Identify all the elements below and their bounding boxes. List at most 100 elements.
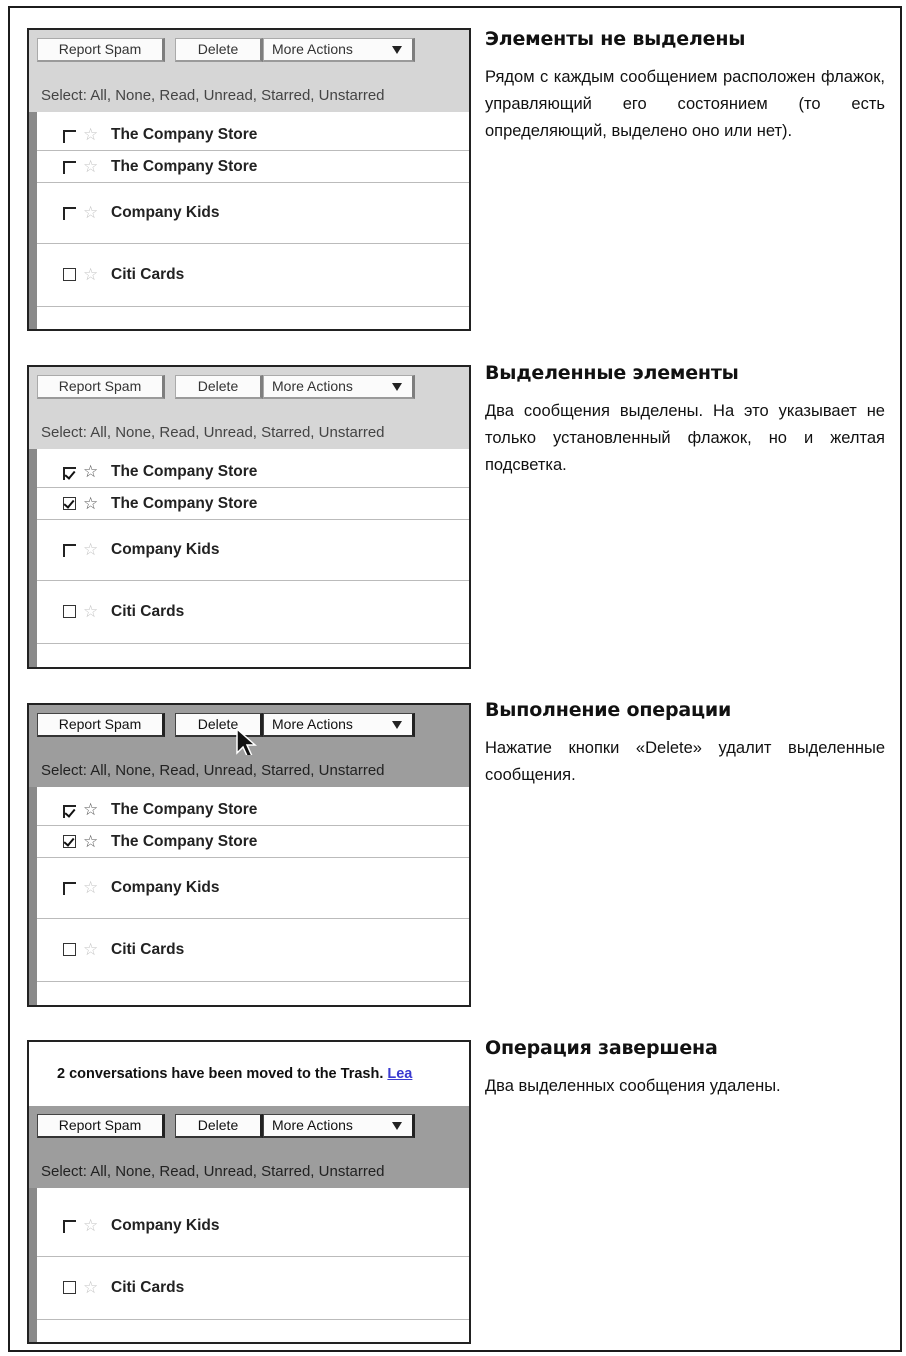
star-icon[interactable]: ☆	[83, 520, 98, 580]
more-actions-dropdown[interactable]: More Actions	[263, 375, 415, 399]
star-icon[interactable]: ☆	[83, 1257, 98, 1319]
checkbox[interactable]	[63, 1281, 76, 1294]
message-row[interactable]: ☆ Company Kids	[37, 183, 469, 244]
message-row[interactable]: ☆ The Company Store	[37, 151, 469, 183]
select-bar[interactable]: Select: All, None, Read, Unread, Starred…	[29, 755, 469, 787]
report-spam-button[interactable]: Report Spam	[37, 713, 165, 737]
section-heading: Элементы не выделены	[485, 28, 746, 50]
sender-name: Company Kids	[111, 879, 220, 896]
checkbox[interactable]	[63, 161, 76, 174]
checkbox[interactable]	[63, 268, 76, 281]
delete-button[interactable]: Delete	[175, 1114, 263, 1138]
section-heading: Операция завершена	[485, 1037, 718, 1059]
star-icon[interactable]: ☆	[83, 151, 98, 182]
checkbox[interactable]	[63, 1220, 76, 1233]
message-row[interactable]: ☆ Company Kids	[37, 1196, 469, 1257]
message-row[interactable]: ☆ Citi Cards	[37, 919, 469, 982]
message-row[interactable]: ☆ Company Kids	[37, 520, 469, 581]
report-spam-button[interactable]: Report Spam	[37, 375, 165, 399]
left-bar	[29, 1188, 37, 1342]
report-spam-button[interactable]: Report Spam	[37, 1114, 165, 1138]
message-row-selected[interactable]: ☆ The Company Store	[37, 457, 469, 488]
toolbar: Report Spam Delete More Actions	[29, 367, 469, 417]
section-heading: Выполнение операции	[485, 699, 732, 721]
message-row-selected[interactable]: ☆ The Company Store	[37, 488, 469, 520]
star-icon[interactable]: ☆	[83, 826, 98, 857]
check-icon	[63, 835, 75, 847]
star-icon[interactable]: ☆	[83, 919, 98, 981]
delete-button[interactable]: Delete	[175, 38, 263, 62]
section-text: Нажатие кнопки «Delete» удалит выделенны…	[485, 739, 885, 784]
star-icon[interactable]: ☆	[83, 457, 98, 487]
sender-name: Citi Cards	[111, 603, 185, 620]
sender-name: Citi Cards	[111, 266, 185, 283]
trash-notice: 2 conversations have been moved to the T…	[29, 1042, 469, 1106]
checkbox[interactable]	[63, 943, 76, 956]
toolbar: Report Spam Delete More Actions	[29, 705, 469, 760]
sender-name: The Company Store	[111, 158, 258, 175]
checkbox-checked[interactable]	[63, 497, 76, 510]
screenshot-performing: Report Spam Delete More Actions Select: …	[27, 703, 471, 1007]
checkbox[interactable]	[63, 882, 76, 895]
message-row-selected[interactable]: ☆ The Company Store	[37, 795, 469, 826]
toolbar: Report Spam Delete More Actions	[29, 1106, 469, 1156]
checkbox-checked[interactable]	[63, 835, 76, 848]
toolbar: Report Spam Delete More Actions	[29, 30, 469, 80]
screenshot-selected: Report Spam Delete More Actions Select: …	[27, 365, 471, 669]
select-bar[interactable]: Select: All, None, Read, Unread, Starred…	[29, 417, 469, 449]
star-icon[interactable]: ☆	[83, 120, 98, 150]
message-row[interactable]: ☆ The Company Store	[37, 120, 469, 151]
left-bar	[29, 787, 37, 1005]
more-actions-dropdown[interactable]: More Actions	[263, 713, 415, 737]
checkbox[interactable]	[63, 605, 76, 618]
left-bar	[29, 112, 37, 329]
sender-name: Company Kids	[111, 1217, 220, 1234]
section-heading: Выделенные элементы	[485, 362, 739, 384]
select-bar[interactable]: Select: All, None, Read, Unread, Starred…	[29, 80, 469, 112]
check-icon	[63, 497, 75, 509]
star-icon[interactable]: ☆	[83, 581, 98, 643]
check-icon	[64, 806, 76, 818]
sender-name: The Company Store	[111, 833, 258, 850]
message-row[interactable]: ☆ Citi Cards	[37, 581, 469, 644]
checkbox[interactable]	[63, 207, 76, 220]
checkbox[interactable]	[63, 130, 76, 143]
sender-name: The Company Store	[111, 495, 258, 512]
more-actions-dropdown[interactable]: More Actions	[263, 38, 415, 62]
section-text: Рядом с каждым сообщением расположен фла…	[485, 68, 885, 140]
star-icon[interactable]: ☆	[83, 488, 98, 519]
star-icon[interactable]: ☆	[83, 183, 98, 243]
sender-name: Citi Cards	[111, 1279, 185, 1296]
select-bar[interactable]: Select: All, None, Read, Unread, Starred…	[29, 1156, 469, 1188]
star-icon[interactable]: ☆	[83, 244, 98, 306]
star-icon[interactable]: ☆	[83, 1196, 98, 1256]
message-row[interactable]: ☆ Citi Cards	[37, 1257, 469, 1320]
sender-name: The Company Store	[111, 801, 258, 818]
sender-name: Company Kids	[111, 541, 220, 558]
screenshot-completed: 2 conversations have been moved to the T…	[27, 1040, 471, 1344]
notice-text: 2 conversations have been moved to the T…	[57, 1066, 384, 1082]
sender-name: Citi Cards	[111, 941, 185, 958]
learn-more-link[interactable]: Lea	[387, 1066, 412, 1082]
star-icon[interactable]: ☆	[83, 858, 98, 918]
checkbox-checked[interactable]	[63, 467, 76, 480]
report-spam-button[interactable]: Report Spam	[37, 38, 165, 62]
message-row[interactable]: ☆ Company Kids	[37, 858, 469, 919]
more-actions-label: More Actions	[272, 41, 353, 57]
checkbox[interactable]	[63, 544, 76, 557]
section-text: Два сообщения выделены. На это указывает…	[485, 402, 885, 474]
message-row-selected[interactable]: ☆ The Company Store	[37, 826, 469, 858]
more-actions-label: More Actions	[272, 378, 353, 394]
more-actions-dropdown[interactable]: More Actions	[263, 1114, 415, 1138]
checkbox-checked[interactable]	[63, 805, 76, 818]
delete-button[interactable]: Delete	[175, 375, 263, 399]
dropdown-arrow-icon	[392, 46, 402, 54]
left-bar	[29, 449, 37, 667]
section-text: Два выделенных сообщения удалены.	[485, 1077, 781, 1095]
star-icon[interactable]: ☆	[83, 795, 98, 825]
sender-name: Company Kids	[111, 204, 220, 221]
sender-name: The Company Store	[111, 126, 258, 143]
dropdown-arrow-icon	[392, 721, 402, 729]
message-row[interactable]: ☆ Citi Cards	[37, 244, 469, 307]
dropdown-arrow-icon	[392, 1122, 402, 1130]
